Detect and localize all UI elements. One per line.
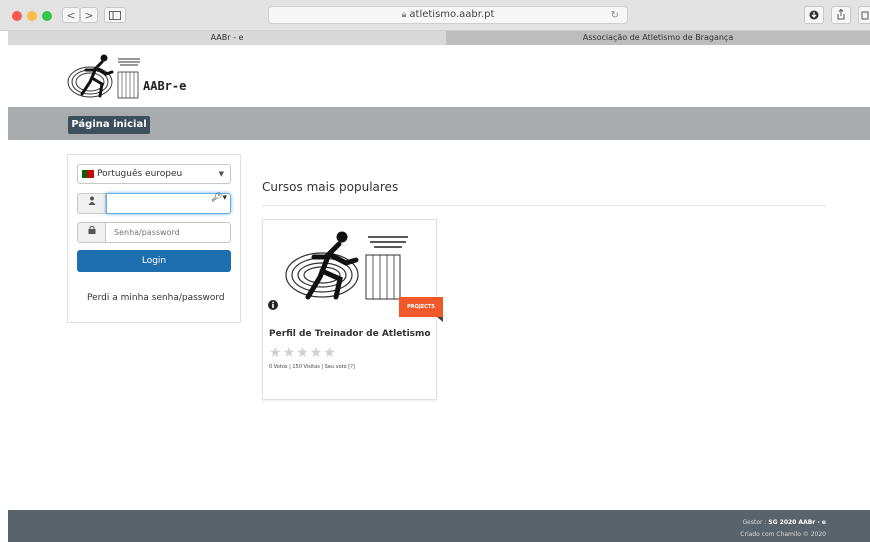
course-votes: 0 Votos | 150 Visitas | Seu voto [?] — [269, 364, 355, 370]
popular-courses-heading: Cursos mais populares — [262, 180, 399, 194]
star-rating[interactable]: ★★★★★ — [269, 345, 337, 361]
minimize-window-button[interactable] — [27, 11, 37, 21]
lock-icon: 🔒︎ — [401, 10, 407, 20]
tab-strip: AABr - e Associação de Atletismo de Brag… — [8, 31, 870, 45]
forward-button[interactable]: > — [80, 7, 98, 23]
tabs-overview-button[interactable] — [858, 6, 870, 24]
language-select[interactable]: Português europeu ▼ — [77, 164, 231, 184]
url-text: atletismo.aabr.pt — [409, 9, 495, 20]
sidebar-icon — [109, 11, 121, 20]
course-title[interactable]: Perfil de Treinador de Atletismo — [269, 329, 431, 339]
caret-down-icon: ▼ — [218, 170, 224, 178]
footer-manager: Gestor : SG 2020 AABr - e — [743, 519, 826, 526]
portugal-flag-icon — [82, 170, 94, 178]
key-icon[interactable]: 🔑︎▾ — [211, 193, 227, 203]
site-footer: Gestor : SG 2020 AABr - e Criado com Cha… — [8, 510, 870, 542]
address-bar[interactable]: 🔒︎ atletismo.aabr.pt ↻ — [268, 6, 628, 24]
maximize-window-button[interactable] — [42, 11, 52, 21]
site-brand-name: AABr-e — [143, 79, 187, 93]
tab-label: Associação de Atletismo de Bragança — [582, 33, 734, 42]
star-icon[interactable]: ★ — [269, 345, 283, 361]
close-window-button[interactable] — [12, 11, 22, 21]
back-button[interactable]: < — [62, 7, 80, 23]
download-icon — [809, 10, 819, 20]
footer-manager-link[interactable]: SG 2020 AABr - e — [768, 519, 826, 526]
user-icon — [77, 193, 106, 214]
password-field-group — [77, 222, 231, 243]
login-button[interactable]: Login — [77, 250, 231, 272]
info-icon[interactable] — [268, 300, 278, 313]
browser-toolbar: < > 🔒︎ atletismo.aabr.pt ↻ — [0, 0, 870, 31]
footer-credit[interactable]: Criado com Chamilo © 2020 — [740, 531, 826, 538]
sidebar-toggle-button[interactable] — [104, 7, 126, 23]
footer-manager-prefix: Gestor : — [742, 519, 769, 526]
lock-icon — [77, 222, 106, 243]
heading-divider — [262, 205, 826, 206]
star-icon[interactable]: ★ — [296, 345, 310, 361]
star-icon[interactable]: ★ — [310, 345, 324, 361]
star-icon[interactable]: ★ — [323, 345, 337, 361]
tab-associacao[interactable]: Associação de Atletismo de Bragança — [446, 31, 870, 45]
share-icon — [837, 8, 845, 20]
star-icon[interactable]: ★ — [283, 345, 297, 361]
tabs-icon — [861, 11, 868, 20]
tab-aabr[interactable]: AABr - e — [8, 31, 446, 45]
course-image[interactable] — [284, 229, 414, 301]
tab-label: AABr - e — [210, 33, 244, 42]
language-select-value: Português europeu — [97, 169, 183, 179]
downloads-button[interactable] — [804, 6, 824, 24]
reload-icon[interactable]: ↻ — [611, 8, 619, 24]
password-input[interactable] — [106, 222, 231, 243]
projects-ribbon: PROJECTS — [399, 297, 443, 317]
site-logo[interactable] — [66, 52, 144, 100]
forgot-password-link[interactable]: Perdi a minha senha/password — [87, 293, 225, 303]
username-field-group: 🔑︎▾ — [77, 193, 231, 214]
home-nav-button[interactable]: Página inicial — [68, 116, 150, 134]
ribbon-fold — [437, 317, 443, 322]
share-button[interactable] — [831, 6, 851, 24]
